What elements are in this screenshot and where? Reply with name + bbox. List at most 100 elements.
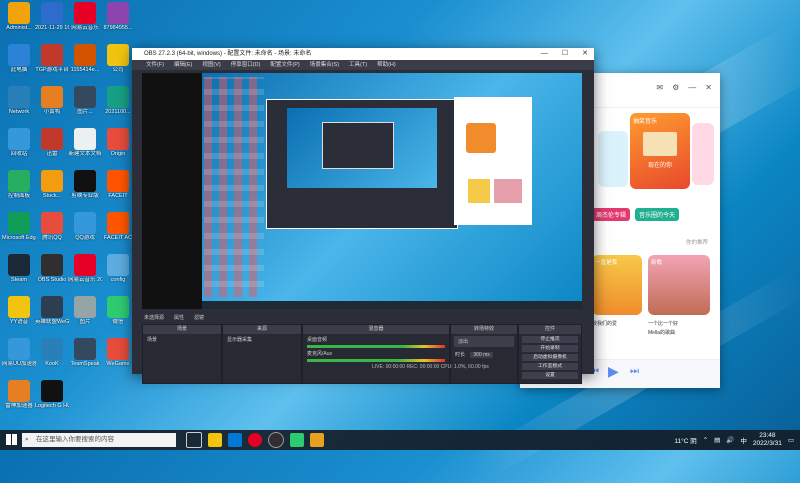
desktop-icon[interactable]: TGP游戏平台: [35, 44, 69, 74]
album-tag-button[interactable]: 周杰伦专辑: [592, 208, 631, 221]
ime-indicator[interactable]: 中: [740, 435, 747, 445]
today-tag-button[interactable]: 音乐圈的今天: [635, 208, 680, 221]
start-virtual-camera-button[interactable]: 启动虚拟摄像机: [522, 354, 578, 361]
transition-type-select[interactable]: 淡出: [454, 336, 514, 347]
desktop-app-icon: [8, 170, 30, 192]
desktop-icon[interactable]: Network: [2, 86, 36, 116]
desktop-icon[interactable]: OBS Studio: [35, 254, 69, 284]
wechat-icon[interactable]: [290, 433, 304, 447]
desktop-icon[interactable]: 小黄鸭: [35, 86, 69, 116]
network-icon[interactable]: ▤: [714, 436, 720, 444]
menu-view[interactable]: 视图(V): [202, 60, 220, 70]
windows-start-icon[interactable]: [6, 434, 17, 445]
stop-streaming-button[interactable]: 停止推流: [522, 336, 578, 343]
desktop-icon[interactable]: TeamSpeak: [68, 338, 102, 368]
settings-button[interactable]: 设置: [522, 372, 578, 379]
desktop-app-icon: [107, 44, 129, 66]
start-recording-button[interactable]: 开始录制: [522, 345, 578, 352]
menu-tools[interactable]: 工具(T): [349, 60, 367, 70]
desktop-icon[interactable]: Origin: [101, 128, 135, 158]
featured-banner[interactable]: 抽奖音乐 现在的你: [630, 113, 690, 189]
desktop-icon[interactable]: 英雄联盟WeGame: [35, 296, 69, 326]
tray-overflow-icon[interactable]: ⌃: [703, 436, 708, 444]
play-icon[interactable]: ▶: [608, 363, 619, 380]
desktop-icon[interactable]: 1155414e...: [68, 44, 102, 74]
desktop-icon[interactable]: 雷神加速器: [2, 380, 36, 410]
obs-taskbar-icon[interactable]: [268, 432, 284, 448]
properties-button[interactable]: 属性: [174, 314, 184, 322]
menu-file[interactable]: 文件(F): [146, 60, 164, 70]
next-icon[interactable]: ⏭: [630, 366, 639, 377]
close-button[interactable]: ✕: [582, 48, 588, 60]
desktop-icon[interactable]: 回收站: [2, 128, 36, 158]
song-card-2[interactable]: 新歌: [648, 255, 710, 315]
desktop-icon-label: 87984955...: [103, 25, 133, 31]
desktop-icon[interactable]: 公司: [101, 44, 135, 74]
source-item-display-capture[interactable]: 显示器采集: [223, 334, 301, 345]
menu-profile[interactable]: 配置文件(P): [270, 60, 299, 70]
menu-help[interactable]: 帮助(H): [377, 60, 396, 70]
close-icon[interactable]: ✕: [705, 83, 712, 92]
desktop-icon[interactable]: 微信: [101, 296, 135, 326]
desktop-icon[interactable]: Stock...: [35, 170, 69, 200]
desktop-icon[interactable]: 2021100...: [101, 86, 135, 116]
desktop-app-icon: [8, 2, 30, 24]
desktop-icon[interactable]: 网易UU加速器: [2, 338, 36, 368]
desktop-icon[interactable]: 腾讯QQ: [35, 212, 69, 242]
volume-icon[interactable]: 🔊: [726, 436, 734, 444]
desktop-app-icon: [8, 296, 30, 318]
desktop-icon[interactable]: Microsoft Edge: [2, 212, 36, 242]
desktop-icon[interactable]: config: [101, 254, 135, 284]
desktop-icon[interactable]: 2021-11-29 16:11:56...: [35, 2, 69, 32]
desktop-icon[interactable]: WeGame: [101, 338, 135, 368]
desktop-icon[interactable]: 此电脑: [2, 44, 36, 74]
mail-icon[interactable]: ✉: [656, 83, 663, 92]
desktop-icon[interactable]: KooK: [35, 338, 69, 368]
desktop-icon[interactable]: 图片: [68, 296, 102, 326]
desktop-icon[interactable]: YY语音: [2, 296, 36, 326]
desktop-icon[interactable]: 控制面板: [2, 170, 36, 200]
menu-scene-collection[interactable]: 场景集合(S): [310, 60, 339, 70]
desktop-app-icon: [74, 254, 96, 276]
store-icon[interactable]: [228, 433, 242, 447]
search-placeholder: 在这里输入你要搜索的内容: [36, 436, 114, 443]
song-caption-2: 一个比一个好: [648, 321, 679, 327]
desktop-icon[interactable]: 图片...: [68, 86, 102, 116]
desktop-icon[interactable]: Steam: [2, 254, 36, 284]
yellow-app-icon[interactable]: [310, 433, 324, 447]
menu-edit[interactable]: 编辑(E): [174, 60, 192, 70]
scene-item[interactable]: 场景: [143, 334, 221, 345]
desktop-icon[interactable]: 剪映专业版: [68, 170, 102, 200]
task-view-icon[interactable]: [186, 432, 202, 448]
studio-mode-button[interactable]: 工作室模式: [522, 363, 578, 370]
minimize-button[interactable]: —: [541, 48, 548, 60]
weather-indicator[interactable]: 11°C 阴: [674, 435, 696, 445]
desktop-icon[interactable]: QQ游戏: [68, 212, 102, 242]
clock[interactable]: 23:48 2022/3/31: [753, 432, 782, 448]
netease-music-icon[interactable]: [248, 433, 262, 447]
desktop-icon[interactable]: Logitech G HUB: [35, 380, 69, 410]
taskbar-search-input[interactable]: ⌕ 在这里输入你要搜索的内容: [22, 433, 176, 447]
obs-preview[interactable]: [142, 73, 582, 309]
desktop-icon[interactable]: 迅雷: [35, 128, 69, 158]
desktop-icon[interactable]: FACEIT AC: [101, 212, 135, 242]
desktop-icon[interactable]: 87984955...: [101, 2, 135, 32]
duration-input[interactable]: 300 ms: [470, 352, 493, 358]
desktop-icon[interactable]: FACEIT: [101, 170, 135, 200]
obs-window[interactable]: OBS 27.2.3 (64-bit, windows) - 配置文件: 未命名…: [132, 48, 594, 384]
file-explorer-icon[interactable]: [208, 433, 222, 447]
desktop-icon[interactable]: 网易云音乐: [68, 2, 102, 32]
desktop-icon[interactable]: 新建文本文档: [68, 128, 102, 158]
maximize-button[interactable]: ☐: [562, 48, 568, 60]
side-card[interactable]: [598, 131, 628, 187]
minimize-icon[interactable]: —: [688, 83, 696, 92]
gear-icon[interactable]: ⚙: [672, 83, 679, 92]
side-card-right[interactable]: [692, 123, 714, 185]
song-card-1[interactable]: 一直是我: [592, 255, 642, 315]
mixer-dock: 混音器 桌面音频 麦克风/Aux: [302, 324, 450, 384]
menu-docks[interactable]: 停靠窗口(D): [231, 60, 261, 70]
desktop-icon[interactable]: Administ...: [2, 2, 36, 32]
filters-button[interactable]: 滤镜: [194, 314, 204, 322]
desktop-icon[interactable]: 网易云音乐 2022...: [68, 254, 102, 284]
notification-icon[interactable]: ▭: [788, 436, 794, 444]
